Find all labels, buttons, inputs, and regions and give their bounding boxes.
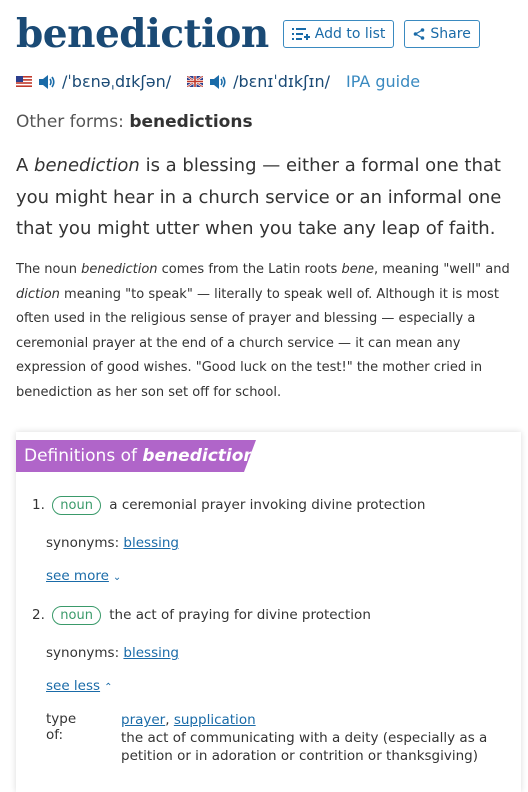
type-of-definition: the act of communicating with a deity (e… [121, 730, 488, 764]
type-of-link-supplication[interactable]: supplication [174, 712, 256, 728]
other-forms-label: Other forms: [16, 112, 124, 132]
speaker-icon-us[interactable] [38, 74, 56, 90]
type-of-value: prayer, supplication the act of communic… [121, 711, 491, 765]
part-of-speech-badge[interactable]: noun [52, 496, 101, 515]
word-header: benediction Add to list Share [16, 8, 480, 60]
ipa-us: /ˈbɛnəˌdɪkʃən/ [62, 72, 172, 91]
ipa-guide-link[interactable]: IPA guide [346, 72, 420, 91]
sense-number: 1. [32, 497, 45, 513]
long-blurb-em: bene [341, 262, 374, 277]
long-blurb-em: diction [16, 286, 60, 302]
uk-flag-icon [187, 76, 204, 87]
long-blurb-text: meaning "to speak" — literally to speak … [16, 286, 499, 400]
long-blurb-em: benediction [81, 262, 158, 277]
synonyms-label: synonyms: [46, 535, 120, 551]
type-of-link-prayer[interactable]: prayer [121, 712, 165, 728]
chevron-up-icon: ⌃ [104, 682, 113, 693]
sense-2-synonyms: synonyms: blessing [46, 645, 179, 661]
banner-word: benediction [142, 446, 256, 466]
short-blurb: A benediction is a blessing — either a f… [16, 150, 516, 245]
list-add-icon [291, 28, 310, 40]
type-of-label: type of: [46, 711, 77, 743]
sense-definition: a ceremonial prayer invoking divine prot… [109, 497, 426, 513]
headword: benediction [16, 11, 269, 57]
banner-prefix: Definitions of [24, 446, 143, 466]
synonyms-label: synonyms: [46, 645, 120, 661]
other-forms-value: benedictions [129, 112, 253, 132]
chevron-down-icon: ⌄ [112, 572, 122, 583]
share-label: Share [430, 26, 471, 42]
definitions-card: Definitions of benediction 1. noun a cer… [16, 432, 521, 792]
long-blurb-text: , meaning "well" and [373, 262, 510, 277]
share-button[interactable]: Share [404, 20, 480, 48]
add-to-list-label: Add to list [314, 26, 386, 42]
pronunciation-row: /ˈbɛnəˌdɪkʃən/ /bɛnɪˈdɪkʃɪn/ IPA guide [16, 72, 420, 91]
sense-1: 1. noun a ceremonial prayer invoking div… [32, 496, 425, 515]
short-blurb-text: A [16, 155, 35, 176]
share-icon [414, 28, 425, 40]
sense-1-synonyms: synonyms: blessing [46, 535, 179, 551]
see-more-link[interactable]: see more ⌄ [46, 568, 121, 584]
other-forms: Other forms: benedictions [16, 112, 253, 132]
ipa-uk: /bɛnɪˈdɪkʃɪn/ [233, 72, 330, 91]
sense-2: 2. noun the act of praying for divine pr… [32, 606, 371, 625]
long-blurb-text: The noun [16, 262, 82, 277]
see-less-link[interactable]: see less ⌃ [46, 678, 112, 694]
see-more-label: see more [46, 568, 109, 584]
synonym-link[interactable]: blessing [123, 535, 179, 551]
synonym-link[interactable]: blessing [123, 645, 179, 661]
short-blurb-em: benediction [34, 155, 140, 176]
see-less-label: see less [46, 678, 101, 694]
type-of-separator: , [165, 712, 174, 728]
add-to-list-button[interactable]: Add to list [282, 20, 395, 48]
sense-definition: the act of praying for divine protection [109, 607, 371, 623]
long-blurb: The noun benediction comes from the Lati… [16, 258, 511, 405]
speaker-icon-uk[interactable] [209, 74, 227, 90]
long-blurb-text: comes from the Latin roots [157, 262, 342, 277]
definitions-banner: Definitions of benediction [16, 440, 256, 472]
sense-number: 2. [32, 607, 45, 623]
us-flag-icon [16, 76, 32, 87]
part-of-speech-badge[interactable]: noun [52, 606, 101, 625]
